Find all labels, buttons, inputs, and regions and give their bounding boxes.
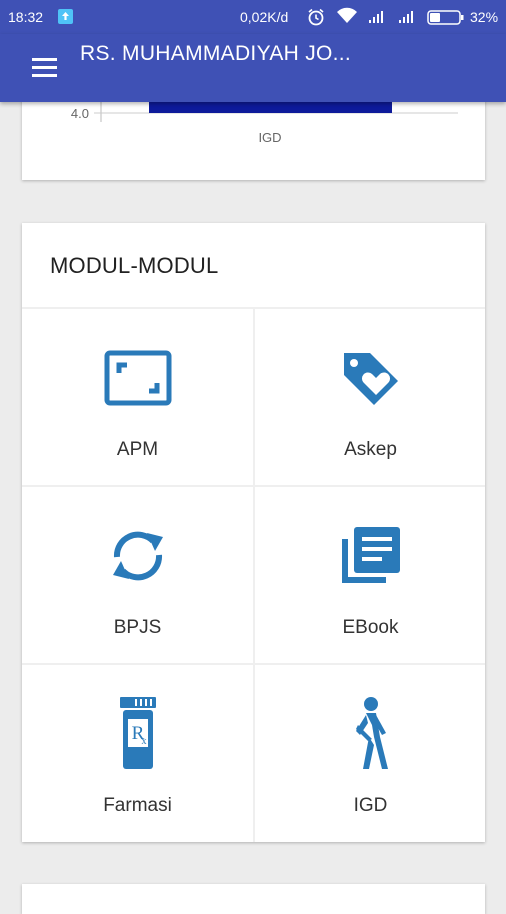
network-speed: 0,02K/d — [240, 9, 289, 25]
module-apm[interactable]: APM — [22, 309, 253, 487]
module-label: APM — [116, 439, 159, 460]
module-label: EBook — [342, 617, 399, 638]
module-bpjs[interactable]: BPJS — [22, 487, 253, 665]
module-farmasi[interactable]: R x Farmasi — [22, 665, 253, 843]
app-bar: RS. MUHAMMADIYAH JO... — [0, 34, 506, 102]
module-askep[interactable]: Askep — [255, 309, 486, 487]
module-label: BPJS — [113, 617, 162, 638]
battery-percent: 32% — [470, 9, 499, 25]
screen-frame-icon — [103, 343, 173, 413]
status-bar: 18:32 0,02K/d 32% — [0, 0, 506, 34]
y-tick-label: 4.0 — [71, 106, 89, 121]
upload-notification-icon — [58, 9, 73, 24]
module-ebook[interactable]: EBook — [255, 487, 486, 665]
app-title: RS. MUHAMMADIYAH JO... — [80, 42, 352, 65]
signal-icon — [367, 8, 387, 27]
module-label: Askep — [344, 439, 397, 460]
signal-icon — [397, 8, 417, 27]
prescription-bottle-icon: R x — [103, 695, 173, 771]
module-label: Farmasi — [103, 795, 172, 816]
wifi-icon — [336, 7, 358, 28]
modules-title: MODUL-MODUL — [50, 253, 219, 278]
modules-grid: APM Askep BPJS EBook R x Farmasi IGD — [22, 307, 485, 842]
sync-icon — [103, 521, 173, 591]
battery-icon — [427, 10, 465, 28]
injured-walker-icon — [336, 695, 406, 771]
status-time: 18:32 — [8, 9, 44, 25]
module-igd[interactable]: IGD — [255, 665, 486, 843]
module-label: IGD — [353, 795, 388, 816]
x-tick-label: IGD — [258, 130, 281, 145]
hamburger-menu-icon[interactable] — [22, 48, 62, 88]
heart-tag-icon — [336, 343, 406, 413]
alarm-icon — [306, 7, 326, 30]
modules-card: MODUL-MODUL APM Askep BPJS EBook R x Far… — [22, 223, 485, 842]
next-card — [22, 884, 485, 914]
library-books-icon — [336, 521, 406, 591]
svg-text:x: x — [141, 736, 146, 747]
